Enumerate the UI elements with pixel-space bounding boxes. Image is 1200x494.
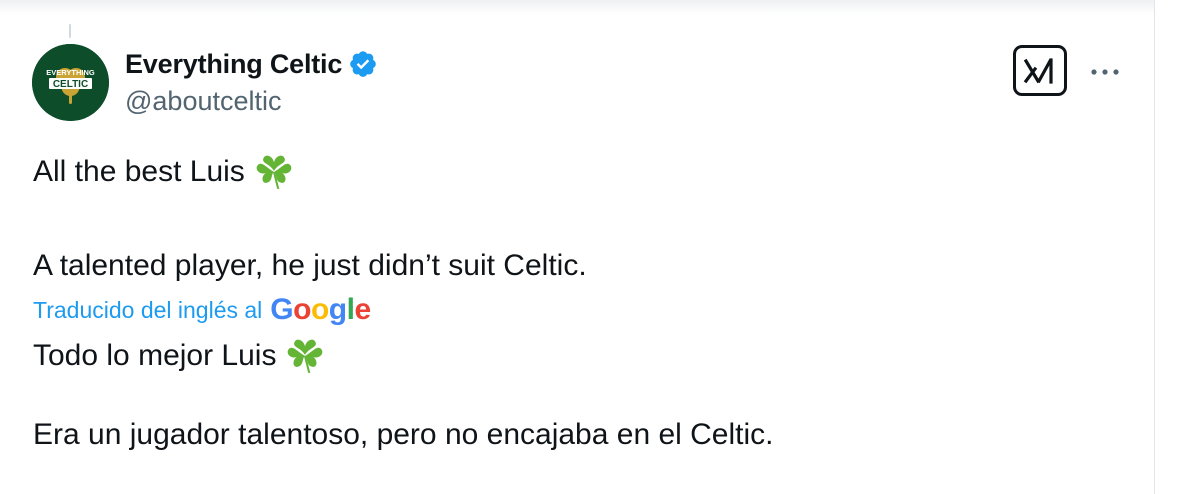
tweet-original-line-2: A talented player, he just didn’t suit C…	[33, 246, 587, 286]
more-options-button[interactable]	[1085, 60, 1125, 84]
shamrock-icon	[288, 339, 323, 373]
thread-connector	[69, 24, 71, 38]
timeline-border	[1154, 0, 1155, 494]
tweet-text: All the best Luis	[33, 155, 245, 188]
previous-content-edge	[0, 0, 1154, 14]
google-letter: o	[293, 293, 311, 326]
tweet-original-line-1: All the best Luis	[33, 152, 293, 192]
google-letter: G	[270, 293, 294, 326]
avatar-text-main: CELTIC	[53, 79, 88, 90]
avatar[interactable]: EVERYTHING CELTIC	[32, 44, 109, 121]
tweet-translated-text: Era un jugador talentoso, pero no encaja…	[33, 418, 774, 451]
google-letter: g	[328, 293, 347, 326]
google-letter: o	[310, 293, 329, 326]
display-name[interactable]: Everything Celtic	[125, 49, 342, 80]
author-handle[interactable]: @aboutceltic	[125, 86, 282, 117]
google-letter: e	[354, 293, 371, 326]
tweet-translated-line-1: Todo lo mejor Luis	[33, 336, 324, 376]
tweet-translated-line-2: Era un jugador talentoso, pero no encaja…	[33, 415, 774, 455]
author-name-row[interactable]: Everything Celtic	[125, 46, 378, 82]
shamrock-icon	[256, 155, 292, 189]
celtic-logo-icon: EVERYTHING CELTIC	[32, 44, 109, 121]
tweet-text: A talented player, he just didn’t suit C…	[33, 249, 587, 282]
google-logo-icon: Google	[270, 293, 371, 327]
translation-label[interactable]: Traducido del inglés al	[33, 297, 262, 324]
tweet-translated-text: Todo lo mejor Luis	[33, 339, 277, 372]
avatar-text-top: EVERYTHING	[46, 68, 95, 77]
grok-button[interactable]	[1013, 45, 1067, 96]
tweet-card: EVERYTHING CELTIC Everything Celtic @abo…	[0, 0, 1200, 494]
verified-badge-icon	[350, 51, 376, 77]
more-dots-icon	[1091, 69, 1119, 75]
translation-attribution[interactable]: Traducido del inglés al Google	[33, 293, 371, 327]
grok-icon	[1023, 57, 1053, 84]
